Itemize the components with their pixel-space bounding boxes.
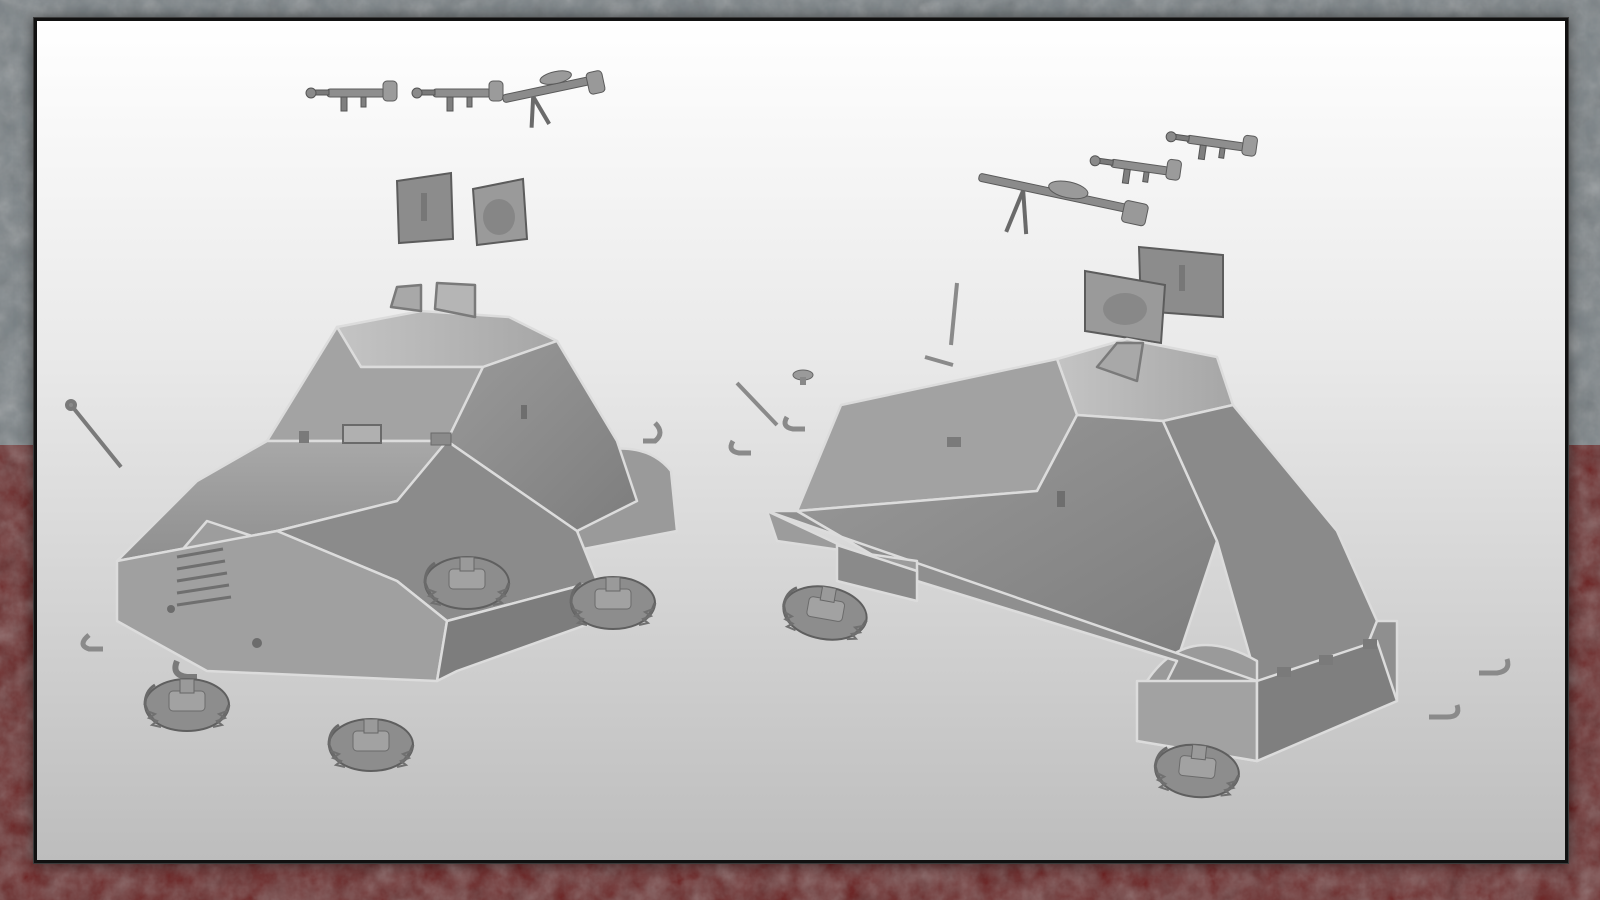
side-door-handle xyxy=(1057,491,1065,507)
hook-2 xyxy=(782,415,805,432)
spare-wheel-2 xyxy=(569,575,657,631)
model-render xyxy=(65,70,1511,803)
hook-1 xyxy=(728,439,751,456)
front-wheel xyxy=(143,677,231,733)
anti-tank-rifle-2 xyxy=(411,80,504,112)
spare-wheel-3 xyxy=(777,578,873,648)
render-panel xyxy=(34,18,1568,863)
machine-gun-with-bipod xyxy=(502,70,606,128)
spare-wheel-1 xyxy=(327,717,415,773)
driver-vision-slit xyxy=(342,424,382,444)
hook-small xyxy=(643,421,663,444)
headlight-rod xyxy=(65,399,123,469)
anti-tank-rifle-4 xyxy=(1087,147,1183,192)
tow-hook-left xyxy=(80,633,103,652)
hook-3 xyxy=(1479,658,1511,676)
armored-car-rear-view xyxy=(728,123,1511,803)
mushroom-vent xyxy=(792,369,814,385)
anti-tank-rifle-1 xyxy=(305,80,398,112)
hull-right xyxy=(765,337,1399,763)
gun-shield-plate-1 xyxy=(395,171,455,245)
armored-car-front-view xyxy=(65,70,679,773)
gun-shield-plate-2 xyxy=(471,177,529,247)
rear-wheel-partial xyxy=(423,555,511,611)
hook-4 xyxy=(1429,704,1461,720)
